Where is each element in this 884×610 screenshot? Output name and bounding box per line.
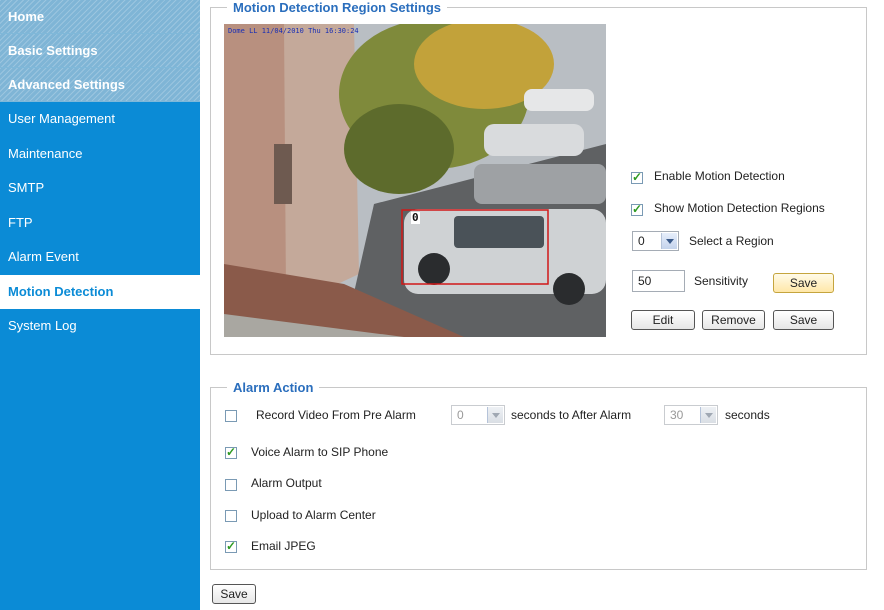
- region-save-button[interactable]: Save: [773, 310, 834, 330]
- chevron-down-icon: [661, 233, 677, 249]
- after-alarm-select[interactable]: 30: [664, 405, 718, 425]
- pre-alarm-select[interactable]: 0: [451, 405, 505, 425]
- chevron-down-icon: [487, 407, 503, 423]
- voice-alarm-checkbox[interactable]: [225, 445, 237, 459]
- sidebar-item-user-management[interactable]: User Management: [0, 102, 200, 137]
- sensitivity-input[interactable]: 50: [632, 270, 685, 292]
- alarm-action-legend: Alarm Action: [227, 380, 320, 395]
- camera-scene-image: [224, 24, 606, 337]
- record-video-checkbox[interactable]: [225, 410, 237, 422]
- sidebar-item-maintenance[interactable]: Maintenance: [0, 137, 200, 172]
- sensitivity-label: Sensitivity: [694, 274, 749, 288]
- region-select[interactable]: 0: [632, 231, 679, 251]
- sidebar-item-system-log[interactable]: System Log: [0, 309, 200, 344]
- seconds-to-after-alarm-label: seconds to After Alarm: [511, 408, 632, 422]
- after-alarm-value: 30: [670, 408, 684, 422]
- motion-region-label: 0: [411, 211, 420, 224]
- remove-region-button[interactable]: Remove: [702, 310, 765, 330]
- select-region-label: Select a Region: [689, 234, 774, 248]
- sidebar-item-ftp[interactable]: FTP: [0, 206, 200, 241]
- edit-region-button[interactable]: Edit: [631, 310, 695, 330]
- region-select-value: 0: [638, 234, 645, 248]
- sidebar-section-home[interactable]: Home: [0, 0, 200, 34]
- page-save-button[interactable]: Save: [212, 584, 256, 604]
- sidebar: Home Basic Settings Advanced Settings Us…: [0, 0, 200, 610]
- enable-motion-checkbox[interactable]: [631, 170, 643, 184]
- upload-alarm-center-label: Upload to Alarm Center: [251, 508, 376, 522]
- record-video-label: Record Video From Pre Alarm: [256, 408, 416, 422]
- show-regions-checkbox[interactable]: [631, 202, 643, 216]
- camera-timestamp: Dome LL 11/04/2010 Thu 16:30:24: [228, 27, 359, 35]
- sidebar-item-smtp[interactable]: SMTP: [0, 171, 200, 206]
- voice-alarm-label: Voice Alarm to SIP Phone: [251, 445, 389, 459]
- show-regions-label: Show Motion Detection Regions: [654, 201, 825, 215]
- camera-preview: Dome LL 11/04/2010 Thu 16:30:24 0: [224, 24, 606, 337]
- email-jpeg-label: Email JPEG: [251, 539, 316, 553]
- motion-region-legend: Motion Detection Region Settings: [227, 0, 447, 15]
- sidebar-item-motion-detection[interactable]: Motion Detection: [0, 274, 200, 309]
- email-jpeg-checkbox[interactable]: [225, 539, 237, 553]
- pre-alarm-value: 0: [457, 408, 464, 422]
- enable-motion-label: Enable Motion Detection: [654, 169, 785, 183]
- seconds-label: seconds: [725, 408, 770, 422]
- chevron-down-icon: [700, 407, 716, 423]
- sidebar-section-basic-settings[interactable]: Basic Settings: [0, 34, 200, 68]
- alarm-output-checkbox[interactable]: [225, 479, 237, 491]
- alarm-output-label: Alarm Output: [251, 476, 322, 490]
- sensitivity-save-button[interactable]: Save: [773, 273, 834, 293]
- sidebar-section-advanced-settings[interactable]: Advanced Settings: [0, 68, 200, 102]
- upload-alarm-center-checkbox[interactable]: [225, 510, 237, 522]
- sidebar-item-alarm-event[interactable]: Alarm Event: [0, 240, 200, 275]
